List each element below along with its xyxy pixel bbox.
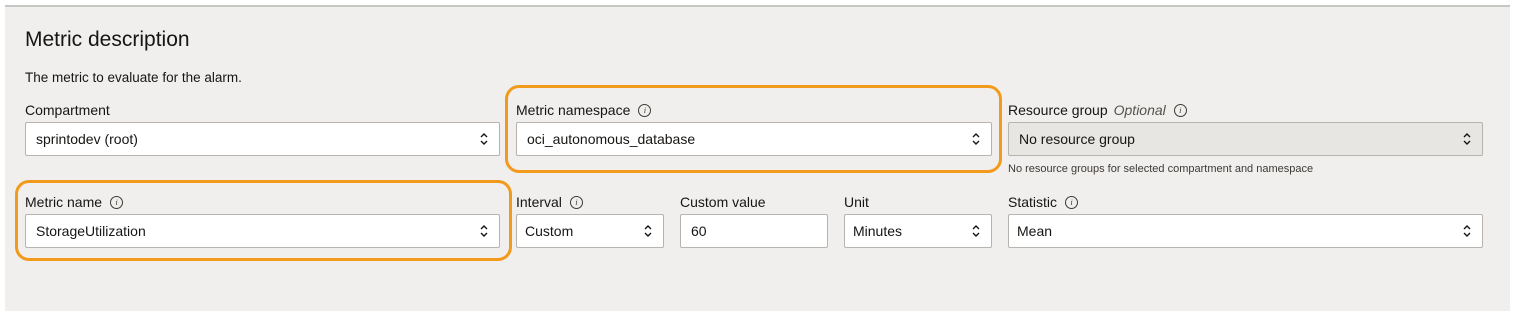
resource-group-helper: No resource groups for selected compartm… (1008, 163, 1314, 175)
resource-group-label: Resource group Optional i (1008, 102, 1187, 118)
unit-select[interactable]: Minutes (844, 214, 992, 248)
metric-namespace-highlight (505, 85, 1002, 173)
statistic-select[interactable]: Mean (1008, 214, 1483, 248)
chevron-up-down-icon (480, 133, 488, 145)
unit-label: Unit (844, 194, 869, 210)
custom-value-label: Custom value (680, 194, 766, 210)
statistic-value: Mean (1017, 223, 1053, 239)
resource-group-value: No resource group (1019, 131, 1135, 147)
section-description: The metric to evaluate for the alarm. (25, 70, 242, 85)
statistic-label-text: Statistic (1008, 194, 1058, 210)
compartment-label: Compartment (25, 102, 110, 118)
custom-value-label-text: Custom value (680, 194, 766, 210)
chevron-up-down-icon (644, 225, 652, 237)
chevron-up-down-icon (1463, 225, 1471, 237)
unit-label-text: Unit (844, 194, 869, 210)
interval-label: Interval i (516, 194, 583, 210)
compartment-label-text: Compartment (25, 102, 110, 118)
chevron-up-down-icon (972, 225, 980, 237)
info-icon[interactable]: i (569, 195, 583, 209)
compartment-select[interactable]: sprintodev (root) (25, 122, 500, 156)
info-icon[interactable]: i (1065, 195, 1079, 209)
resource-group-label-text: Resource group (1008, 102, 1108, 118)
custom-value-input[interactable]: 60 (680, 214, 828, 248)
resource-group-select[interactable]: No resource group (1008, 122, 1483, 156)
optional-tag: Optional (1113, 102, 1166, 118)
section-title: Metric description (25, 28, 190, 51)
info-icon[interactable]: i (1173, 103, 1187, 117)
interval-label-text: Interval (516, 194, 562, 210)
interval-select[interactable]: Custom (516, 214, 664, 248)
statistic-label: Statistic i (1008, 194, 1079, 210)
compartment-value: sprintodev (root) (36, 131, 138, 147)
unit-value: Minutes (853, 223, 903, 239)
custom-value-text: 60 (691, 223, 707, 239)
metric-name-highlight (15, 180, 512, 261)
chevron-up-down-icon (1463, 133, 1471, 145)
interval-value: Custom (525, 223, 574, 239)
